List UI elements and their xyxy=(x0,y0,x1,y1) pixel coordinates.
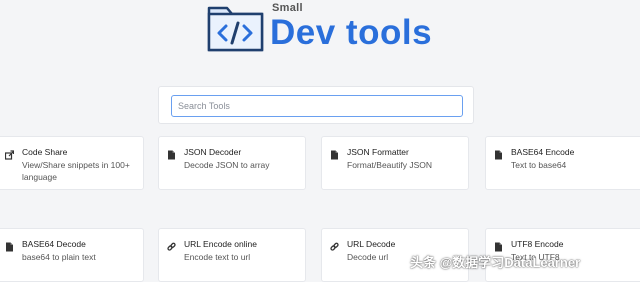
file-icon xyxy=(330,147,339,160)
tool-title: UTF8 Encode xyxy=(511,239,564,249)
link-icon xyxy=(167,239,176,251)
tool-title: JSON Decoder xyxy=(184,147,242,157)
folder-code-icon xyxy=(207,6,264,52)
tool-card-base64-decode[interactable]: BASE64 Decode base64 to plain text xyxy=(0,228,144,282)
link-icon xyxy=(330,239,339,251)
tool-description: base64 to plain text xyxy=(22,252,96,262)
file-icon xyxy=(5,239,14,252)
search-panel xyxy=(158,86,474,124)
file-icon xyxy=(494,147,503,160)
tool-card-code-share[interactable]: Code Share View/Share snippets in 100+ l… xyxy=(0,136,144,190)
watermark-text: 头条 @数据学习DataLearner xyxy=(410,255,581,270)
tool-description: Text to base64 xyxy=(511,160,567,170)
tool-card-json-decoder[interactable]: JSON Decoder Decode JSON to array xyxy=(158,136,306,190)
tool-title: URL Decode xyxy=(347,239,396,249)
file-icon xyxy=(494,239,503,252)
tool-title: URL Encode online xyxy=(184,239,257,249)
file-icon xyxy=(167,147,176,160)
tool-title: BASE64 Encode xyxy=(511,147,575,157)
tool-description: View/Share snippets in 100+ language xyxy=(22,160,130,182)
tool-card-base64-encode[interactable]: BASE64 Encode Text to base64 xyxy=(485,136,640,190)
logo: Small Dev tools xyxy=(206,2,436,54)
logo-title: Dev tools xyxy=(270,13,433,52)
tool-title: BASE64 Decode xyxy=(22,239,86,249)
search-input[interactable] xyxy=(171,95,463,117)
tool-description: Decode JSON to array xyxy=(184,160,270,170)
tool-card-url-encode[interactable]: URL Encode online Encode text to url xyxy=(158,228,306,282)
share-icon xyxy=(4,147,15,160)
tool-description: Format/Beautify JSON xyxy=(347,160,433,170)
tool-title: JSON Formatter xyxy=(347,147,409,157)
tool-card-json-formatter[interactable]: JSON Formatter Format/Beautify JSON xyxy=(321,136,469,190)
tool-description: Encode text to url xyxy=(184,252,251,262)
tool-title: Code Share xyxy=(22,147,68,157)
